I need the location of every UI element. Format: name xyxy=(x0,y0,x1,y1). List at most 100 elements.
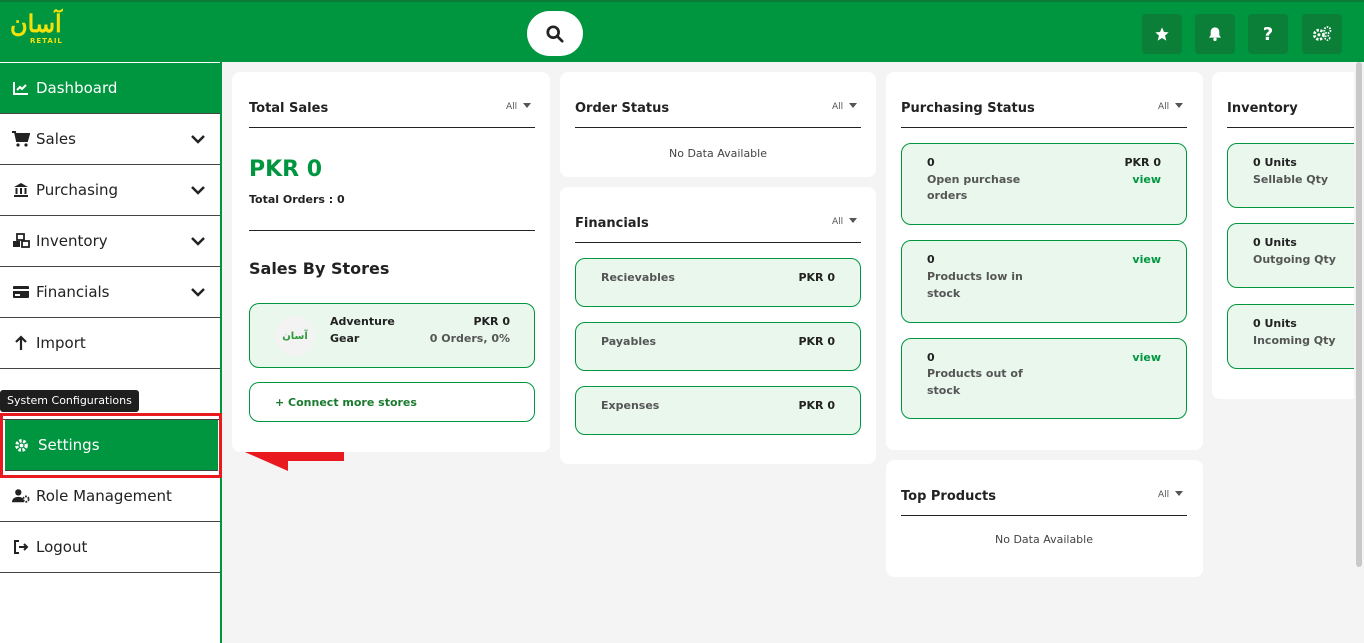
favorites-button[interactable] xyxy=(1142,14,1182,54)
connect-stores-button[interactable]: + Connect more stores xyxy=(249,382,535,422)
purchasing-label: orders xyxy=(927,189,968,202)
sidebar-item-dashboard[interactable]: Dashboard xyxy=(0,63,220,114)
divider xyxy=(575,127,861,128)
filter-dropdown[interactable]: All xyxy=(832,102,857,112)
filter-dropdown[interactable]: All xyxy=(1158,102,1183,112)
sidebar-item-label: Purchasing xyxy=(36,181,119,199)
purchasing-count: 0 xyxy=(927,253,935,266)
inventory-row-incoming: 0 Units Incoming Qty xyxy=(1227,304,1354,369)
purchasing-amount: PKR 0 xyxy=(1124,156,1161,169)
filter-dropdown[interactable]: All xyxy=(832,217,857,227)
sidebar-item-logout[interactable]: Logout xyxy=(0,522,220,573)
divider xyxy=(249,230,535,231)
card-title: Total Sales xyxy=(249,101,329,116)
top-products-card: Top Products All No Data Available xyxy=(886,460,1203,577)
cart-icon xyxy=(12,130,30,148)
user-gear-icon xyxy=(12,487,30,505)
sign-out-icon xyxy=(12,538,30,556)
sidebar-item-sales[interactable]: Sales xyxy=(0,114,220,165)
filter-dropdown[interactable]: All xyxy=(1158,490,1183,500)
inventory-row-sellable: 0 Units Sellable Qty xyxy=(1227,143,1354,208)
search-icon xyxy=(546,24,564,43)
store-row[interactable]: آسان Adventure Gear PKR 0 0 Orders, 0% xyxy=(249,303,535,368)
help-button[interactable]: ? xyxy=(1248,14,1288,54)
purchasing-row-open-orders: 0 Open purchase orders PKR 0 view xyxy=(901,143,1187,225)
question-icon: ? xyxy=(1262,23,1274,45)
bank-icon xyxy=(12,181,30,199)
sidebar-item-label: Import xyxy=(36,334,86,352)
sidebar-item-label: Dashboard xyxy=(36,79,118,97)
financial-row-expenses[interactable]: Expenses PKR 0 xyxy=(575,386,861,435)
purchasing-label: stock xyxy=(927,384,961,397)
purchasing-label: stock xyxy=(927,287,961,300)
inventory-value: 0 Units xyxy=(1253,156,1297,169)
store-orders: 0 Orders, 0% xyxy=(429,332,510,345)
sidebar-item-label: Sales xyxy=(36,130,76,148)
purchasing-row-low-stock: 0 Products low in stock view xyxy=(901,240,1187,323)
divider xyxy=(901,515,1187,516)
divider xyxy=(901,127,1187,128)
chevron-down-icon[interactable] xyxy=(190,233,206,249)
financial-value: PKR 0 xyxy=(798,399,835,412)
total-sales-amount: PKR 0 xyxy=(249,157,323,182)
chart-line-icon xyxy=(12,79,30,97)
purchasing-count: 0 xyxy=(927,351,935,364)
chevron-down-icon[interactable] xyxy=(190,131,206,147)
total-sales-card: Total Sales All PKR 0 Total Orders : 0 S… xyxy=(232,72,550,452)
view-link[interactable]: view xyxy=(1132,253,1161,266)
sidebar-item-role-management[interactable]: Role Management xyxy=(0,471,220,522)
inventory-value: 0 Units xyxy=(1253,317,1297,330)
view-link[interactable]: view xyxy=(1132,351,1161,364)
total-orders: Total Orders : 0 xyxy=(249,193,345,206)
order-status-card: Order Status All No Data Available xyxy=(560,72,876,177)
search-button[interactable] xyxy=(527,11,583,56)
card-title: Top Products xyxy=(901,489,996,504)
chevron-down-icon[interactable] xyxy=(190,182,206,198)
store-logo: آسان xyxy=(275,316,315,356)
store-amount: PKR 0 xyxy=(473,315,510,328)
inventory-card: Inventory 0 Units Sellable Qty 0 Units O… xyxy=(1212,72,1354,399)
sidebar-item-import[interactable]: Import xyxy=(0,318,220,369)
sidebar-item-financials[interactable]: Financials xyxy=(0,267,220,318)
financial-value: PKR 0 xyxy=(798,335,835,348)
inventory-label: Incoming Qty xyxy=(1253,334,1336,347)
inventory-label: Outgoing Qty xyxy=(1253,253,1336,266)
purchasing-row-out-of-stock: 0 Products out of stock view xyxy=(901,338,1187,419)
card-title: Order Status xyxy=(575,101,670,116)
view-link[interactable]: view xyxy=(1132,173,1161,186)
financial-row-payables[interactable]: Payables PKR 0 xyxy=(575,322,861,371)
gears-icon xyxy=(1312,26,1332,41)
financial-label: Payables xyxy=(601,335,657,348)
logo-urdu-text: آسان xyxy=(10,9,63,38)
notifications-button[interactable] xyxy=(1195,14,1235,54)
financial-label: Recievables xyxy=(601,271,675,284)
sidebar-item-purchasing[interactable]: Purchasing xyxy=(0,165,220,216)
purchasing-label: Products out of xyxy=(927,367,1023,380)
inventory-label: Sellable Qty xyxy=(1253,173,1329,186)
store-name: Gear xyxy=(330,332,360,345)
sidebar-item-label: Financials xyxy=(36,283,110,301)
divider xyxy=(575,242,861,243)
cubes-icon xyxy=(12,232,30,250)
sidebar-item-inventory[interactable]: Inventory xyxy=(0,216,220,267)
financials-card: Financials All Recievables PKR 0 Payable… xyxy=(560,187,876,464)
sidebar-item-label: Role Management xyxy=(36,487,172,505)
credit-card-icon xyxy=(12,283,30,301)
filter-dropdown[interactable]: All xyxy=(506,102,531,112)
purchasing-status-card: Purchasing Status All 0 Open purchase or… xyxy=(886,72,1203,450)
chevron-down-icon[interactable] xyxy=(190,284,206,300)
financial-row-receivables[interactable]: Recievables PKR 0 xyxy=(575,258,861,307)
system-settings-button[interactable] xyxy=(1302,14,1342,54)
settings-highlight-box xyxy=(0,413,222,478)
purchasing-count: 0 xyxy=(927,156,935,169)
store-name: Adventure xyxy=(330,315,395,328)
purchasing-label: Products low in xyxy=(927,270,1023,283)
app-logo[interactable]: آسان RETAIL xyxy=(10,11,74,51)
sidebar-item-label: Logout xyxy=(36,538,88,556)
divider xyxy=(249,127,535,128)
sidebar: Dashboard Sales Purchasing Inventory Fin… xyxy=(0,62,222,643)
sales-by-stores-title: Sales By Stores xyxy=(249,259,390,278)
top-bar: آسان RETAIL ? xyxy=(0,0,1364,62)
scrollbar-thumb[interactable] xyxy=(1356,62,1362,567)
arrow-up-icon xyxy=(12,334,30,352)
